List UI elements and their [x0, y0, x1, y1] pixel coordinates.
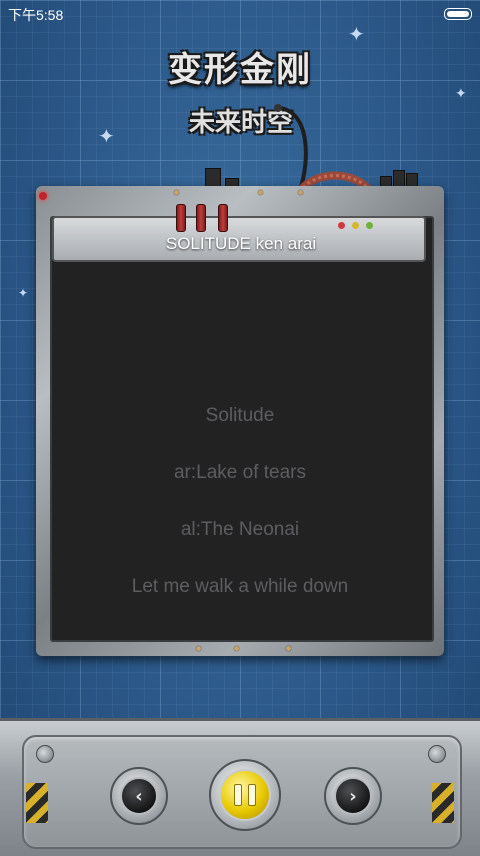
next-button[interactable]: ›	[324, 767, 382, 825]
lyric-line: ar:Lake of tears	[173, 462, 307, 483]
status-bar: 下午5:58	[0, 0, 480, 26]
indicator-light-icon	[366, 222, 373, 229]
sparkle-icon: ✦	[348, 22, 365, 46]
clips-decoration	[174, 204, 234, 232]
indicator-light-icon	[338, 222, 345, 229]
sparkle-icon: ✦	[98, 124, 115, 148]
indicator-light-icon	[352, 222, 359, 229]
pause-button[interactable]	[209, 759, 281, 831]
sparkle-icon: ✦	[18, 286, 29, 300]
lyric-line: al:The Neonai	[180, 519, 300, 540]
pause-icon	[219, 769, 271, 821]
power-light-icon	[39, 192, 47, 200]
next-icon: ›	[334, 777, 372, 815]
song-title: SOLITUDE ken arai	[165, 234, 317, 253]
previous-button[interactable]: ‹	[110, 767, 168, 825]
sparkle-icon: ✦	[455, 86, 467, 102]
battery-icon	[444, 8, 472, 20]
status-time: 下午5:58	[8, 7, 64, 23]
logo-title: 变形金刚	[168, 50, 312, 90]
control-panel: ‹ ›	[0, 718, 480, 856]
bolt-icon	[36, 745, 54, 763]
lyric-line: Solitude	[205, 405, 275, 426]
bolt-icon	[428, 745, 446, 763]
now-playing-bar: SOLITUDE ken arai	[52, 216, 426, 262]
lyric-line: Let me walk a while down	[131, 576, 349, 597]
previous-icon: ‹	[120, 777, 158, 815]
